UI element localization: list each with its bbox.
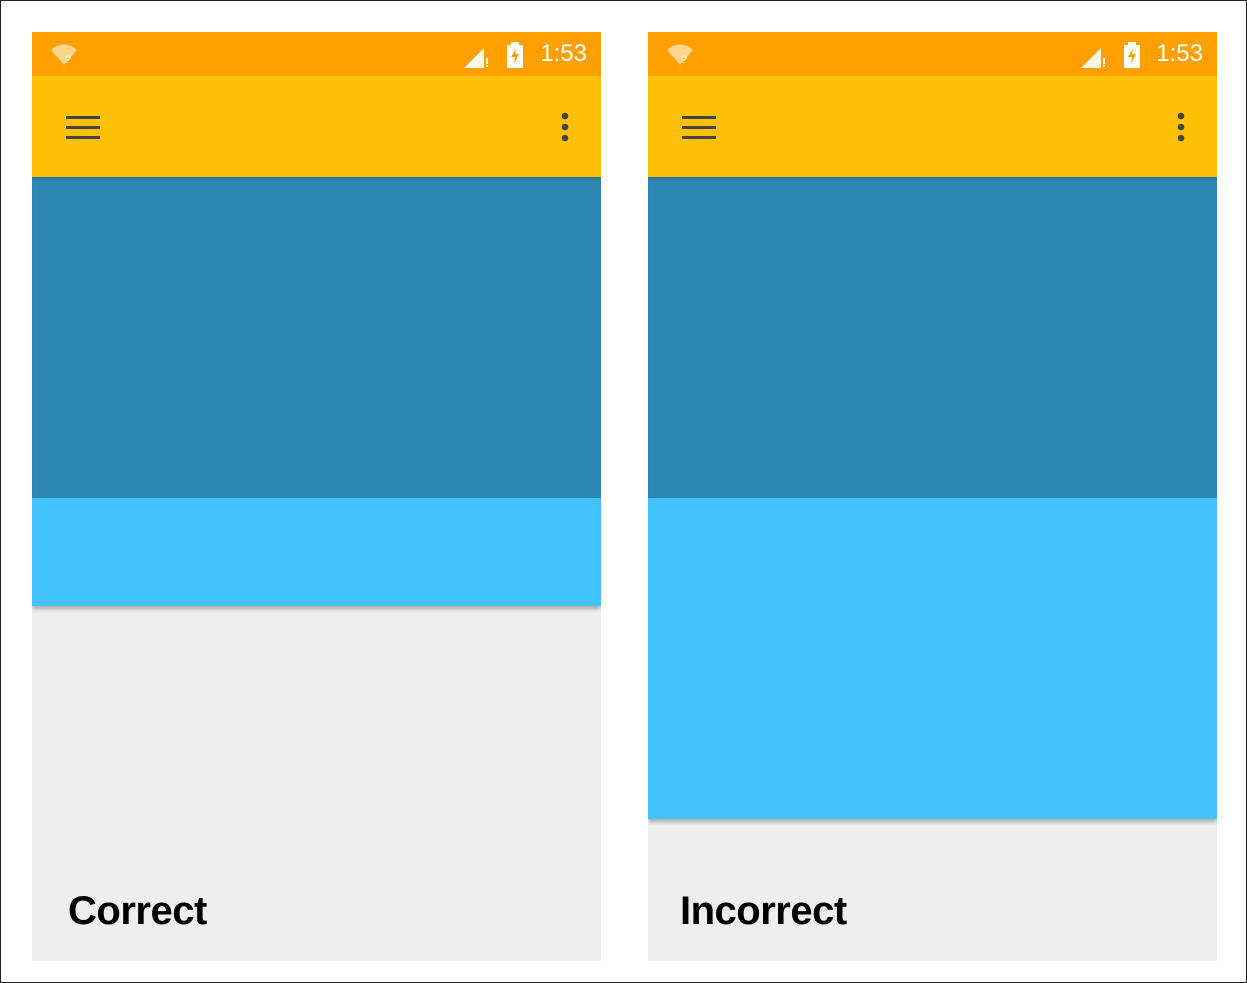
- signal-icon: [1081, 48, 1105, 68]
- wifi-icon: ?: [667, 44, 693, 66]
- phone-screen-incorrect: ? 1:53 Incorrect: [648, 32, 1217, 961]
- hamburger-menu-icon[interactable]: [682, 116, 716, 140]
- content-block-light: [648, 498, 1217, 819]
- status-time: 1:53: [540, 40, 587, 67]
- overflow-menu-icon[interactable]: [1177, 112, 1185, 142]
- phone-screen-correct: ? 1:53 Correct: [32, 32, 601, 961]
- battery-charging-icon: [507, 42, 523, 68]
- hamburger-menu-icon[interactable]: [66, 116, 100, 140]
- toolbar: [32, 76, 601, 177]
- status-bar: ? 1:53: [32, 32, 601, 76]
- caption-label: Correct: [68, 889, 207, 933]
- overflow-menu-icon[interactable]: [561, 112, 569, 142]
- content-block-dark: [648, 177, 1217, 498]
- signal-icon: [464, 48, 488, 68]
- comparison-frame: ? 1:53 Correct ? 1:53 Incorrect: [0, 0, 1247, 983]
- status-bar: ? 1:53: [648, 32, 1217, 76]
- svg-text:?: ?: [681, 54, 687, 66]
- svg-text:?: ?: [65, 54, 71, 66]
- content-block-dark: [32, 177, 601, 498]
- battery-charging-icon: [1124, 42, 1140, 68]
- wifi-icon: ?: [51, 44, 77, 66]
- toolbar: [648, 76, 1217, 177]
- status-time: 1:53: [1156, 40, 1203, 67]
- content-block-light: [32, 498, 601, 606]
- caption-label: Incorrect: [680, 889, 847, 933]
